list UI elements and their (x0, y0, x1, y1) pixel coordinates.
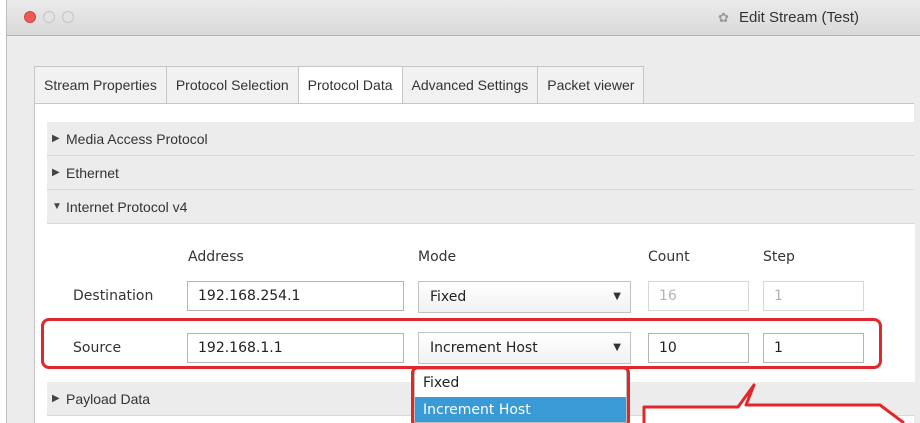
callout-bubble (642, 383, 905, 423)
tab-protocol-selection[interactable]: Protocol Selection (165, 66, 298, 104)
tab-protocol-data[interactable]: Protocol Data (297, 66, 402, 104)
title-bar: ✿ Edit Stream (Test) (7, 0, 920, 36)
destination-step-input[interactable]: 1 (763, 281, 864, 311)
section-label: Ethernet (66, 165, 119, 181)
destination-label: Destination (73, 288, 154, 304)
section-media-access-protocol[interactable]: ▶ Media Access Protocol (47, 122, 915, 156)
section-label: Internet Protocol v4 (66, 199, 188, 215)
tab-bar: Stream Properties Protocol Selection Pro… (34, 66, 645, 104)
triangle-down-icon: ▼ (52, 201, 62, 212)
minimize-window-button[interactable] (43, 11, 55, 23)
app-icon: ✿ (718, 10, 729, 25)
source-row-highlight (41, 318, 882, 369)
destination-mode-value: Fixed (430, 289, 467, 305)
close-window-button[interactable] (24, 11, 36, 23)
section-ethernet[interactable]: ▶ Ethernet (47, 156, 915, 190)
triangle-right-icon: ▶ (52, 393, 60, 404)
column-header-mode: Mode (418, 249, 457, 265)
column-header-count: Count (648, 249, 690, 265)
destination-count-input[interactable]: 16 (648, 281, 749, 311)
triangle-right-icon: ▶ (52, 133, 60, 144)
section-label: Media Access Protocol (66, 131, 208, 147)
tab-stream-properties[interactable]: Stream Properties (34, 66, 166, 104)
column-header-step: Step (763, 249, 795, 265)
tab-advanced-settings[interactable]: Advanced Settings (401, 66, 538, 104)
destination-address-input[interactable]: 192.168.254.1 (187, 281, 404, 311)
caret-down-icon: ▼ (613, 291, 621, 302)
column-header-address: Address (188, 249, 244, 265)
tab-packet-viewer[interactable]: Packet viewer (537, 66, 645, 104)
destination-mode-select[interactable]: Fixed ▼ (418, 281, 631, 313)
window-title: Edit Stream (Test) (739, 9, 860, 26)
dropdown-highlight (411, 366, 630, 423)
triangle-right-icon: ▶ (52, 167, 60, 178)
section-label: Payload Data (66, 391, 151, 407)
section-internet-protocol-v4[interactable]: ▼ Internet Protocol v4 (47, 190, 915, 224)
zoom-window-button[interactable] (62, 11, 74, 23)
